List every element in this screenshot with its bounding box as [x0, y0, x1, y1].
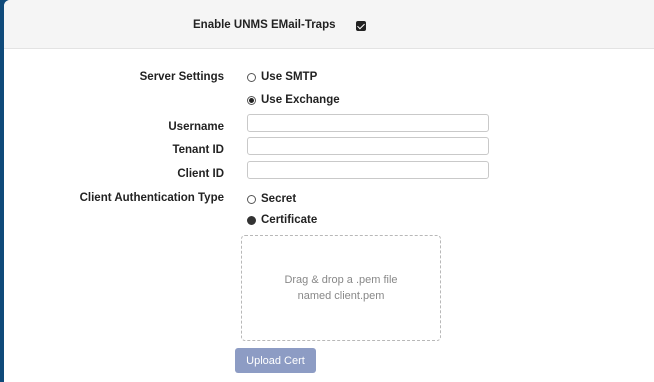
tenant-id-input[interactable] — [247, 137, 489, 155]
secret-radio[interactable]: Secret — [247, 191, 296, 207]
email-traps-bar: Enable UNMS EMail-Traps — [4, 0, 654, 49]
settings-panel: Enable UNMS EMail-Traps Server Settings … — [4, 0, 654, 382]
client-auth-label: Client Authentication Type — [79, 192, 224, 204]
server-settings-label: Server Settings — [139, 71, 224, 83]
username-label: Username — [168, 121, 224, 133]
username-input[interactable] — [247, 114, 489, 132]
client-id-input[interactable] — [247, 161, 489, 179]
use-exchange-radio-button[interactable] — [247, 95, 256, 105]
email-traps-label: Enable UNMS EMail-Traps — [193, 19, 336, 31]
dropzone-text: Drag & drop a .pem file named client.pem — [284, 274, 398, 302]
use-exchange-label: Use Exchange — [261, 94, 340, 106]
use-smtp-radio-button[interactable] — [247, 72, 256, 82]
upload-cert-button[interactable]: Upload Cert — [235, 348, 316, 373]
secret-radio-button[interactable] — [247, 194, 256, 204]
secret-label: Secret — [261, 193, 297, 205]
pem-dropzone[interactable]: Drag & drop a .pem file named client.pem — [241, 235, 441, 341]
tenant-id-label: Tenant ID — [172, 144, 224, 156]
certificate-label: Certificate — [261, 214, 318, 226]
use-smtp-radio[interactable]: Use SMTP — [247, 69, 317, 85]
certificate-radio[interactable]: Certificate — [247, 212, 317, 228]
client-id-label: Client ID — [177, 168, 224, 180]
use-exchange-radio[interactable]: Use Exchange — [247, 92, 340, 108]
certificate-radio-button[interactable] — [247, 215, 256, 225]
use-smtp-label: Use SMTP — [261, 71, 318, 83]
email-traps-checkbox[interactable] — [356, 21, 366, 31]
